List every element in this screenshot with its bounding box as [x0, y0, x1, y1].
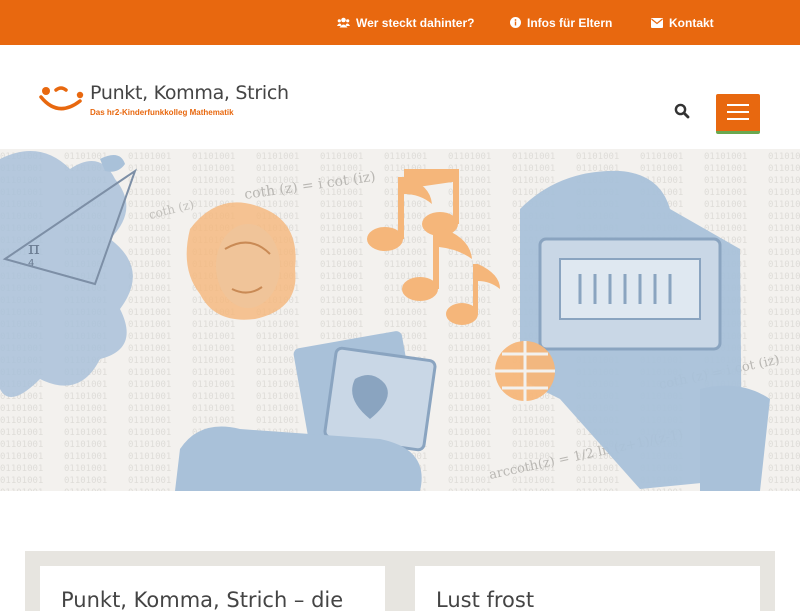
nav-link-label: Wer steckt dahinter?	[356, 15, 475, 30]
content-card[interactable]: Punkt, Komma, Strich – die	[40, 566, 385, 616]
info-circle-icon	[510, 17, 521, 28]
envelope-icon	[651, 17, 663, 28]
hamburger-menu-icon	[727, 118, 749, 120]
search-button[interactable]	[674, 103, 696, 125]
site-logo[interactable]: Punkt, Komma, Strich Das hr2-Kinderfunkk…	[38, 80, 289, 120]
nav-link-kontakt[interactable]: Kontakt	[651, 0, 714, 45]
logo-title: Punkt, Komma, Strich	[90, 82, 289, 104]
card-title: Lust frost	[436, 588, 535, 612]
hero-illustration: 01101001 π 4 coth (z) = i cot (iz) arcco…	[0, 149, 800, 491]
hamburger-menu-icon	[727, 104, 749, 106]
content-section: Punkt, Komma, Strich – die Lust frost	[0, 491, 800, 616]
hamburger-menu-icon	[727, 111, 749, 113]
nav-link-wer-steckt-dahinter[interactable]: Wer steckt dahinter?	[337, 0, 474, 45]
users-icon	[337, 17, 350, 28]
site-header: Punkt, Komma, Strich Das hr2-Kinderfunkk…	[0, 45, 800, 149]
search-icon	[674, 103, 690, 123]
nav-link-label: Infos für Eltern	[527, 15, 613, 30]
card-title: Punkt, Komma, Strich – die	[61, 588, 344, 612]
logo-subtitle: Das hr2-Kinderfunkkolleg Mathematik	[90, 108, 234, 117]
nav-link-label: Kontakt	[669, 15, 714, 30]
menu-toggle-button[interactable]	[716, 94, 760, 134]
cards-panel: Punkt, Komma, Strich – die Lust frost	[25, 551, 775, 616]
nav-link-infos-fuer-eltern[interactable]: Infos für Eltern	[510, 0, 612, 45]
content-card[interactable]: Lust frost	[415, 566, 760, 616]
svg-text:4: 4	[28, 258, 34, 269]
hero-banner: 01101001 π 4 coth (z) = i cot (iz) arcco…	[0, 149, 800, 491]
smiley-logo-icon	[38, 84, 86, 119]
svg-text:π: π	[28, 238, 40, 259]
top-bar: Wer steckt dahinter? Infos für Eltern Ko…	[0, 0, 800, 45]
